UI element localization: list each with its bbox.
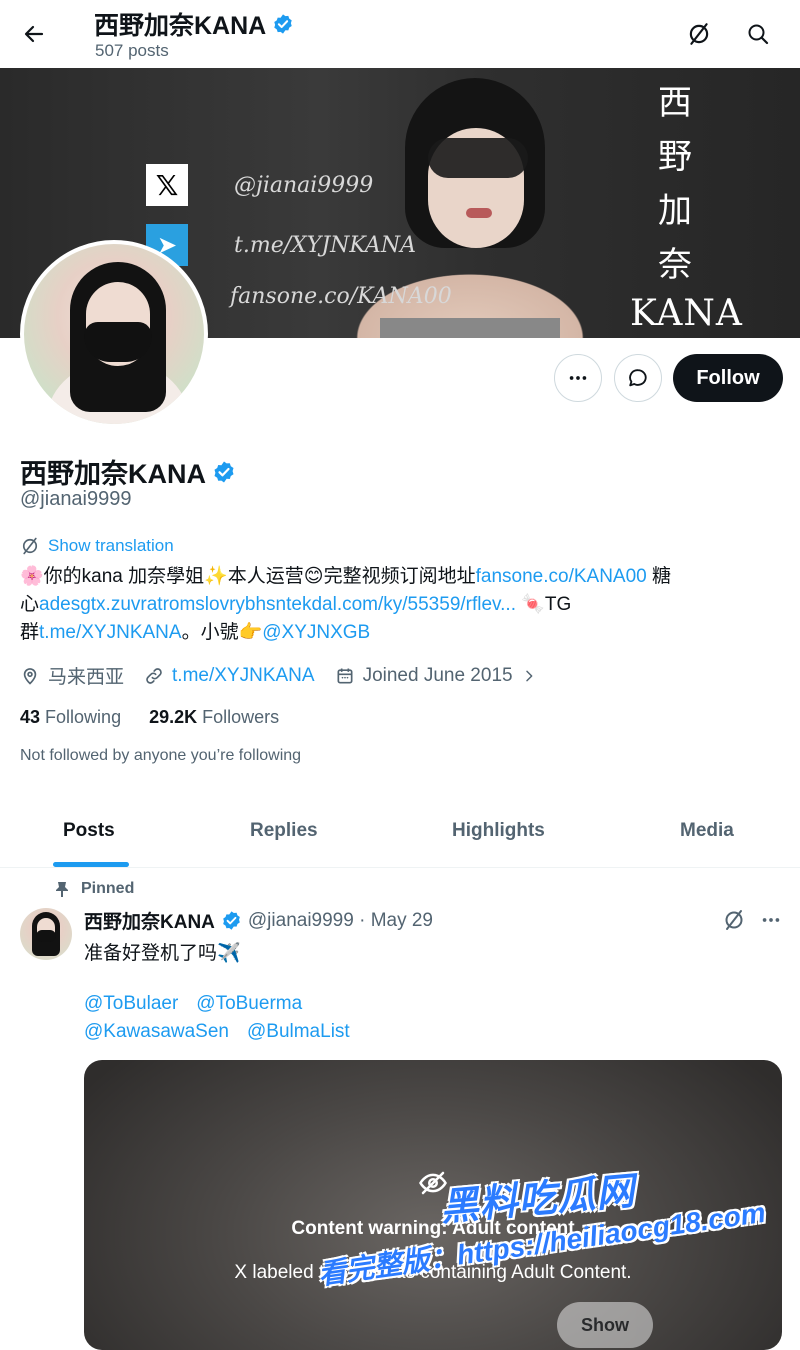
search-icon[interactable] xyxy=(742,18,774,50)
post-actions xyxy=(722,908,782,932)
follow-counts: 43 Following 29.2K Followers xyxy=(20,707,279,728)
chevron-right-icon xyxy=(525,670,532,681)
more-options-button[interactable] xyxy=(554,354,602,402)
profile-avatar[interactable] xyxy=(20,240,208,428)
profile-name: 西野加奈KANA xyxy=(20,452,236,491)
joined-item[interactable]: Joined June 2015 xyxy=(335,665,537,687)
bio-text: 🍬TG xyxy=(515,594,572,615)
grok-icon[interactable] xyxy=(722,908,746,932)
tab-replies[interactable]: Replies xyxy=(250,820,318,842)
bio-link-fansone[interactable]: fansone.co/KANA00 xyxy=(476,566,647,587)
website-link[interactable]: t.me/XYJNKANA xyxy=(172,665,315,687)
banner-char: 加 xyxy=(658,191,692,231)
banner-char: 西 xyxy=(658,83,692,123)
joined-text: Joined June 2015 xyxy=(362,664,513,686)
show-translation-label: Show translation xyxy=(48,536,174,555)
more-dots-icon[interactable] xyxy=(760,909,782,931)
avatar-face-mask xyxy=(36,930,56,942)
translate-icon xyxy=(22,537,38,555)
message-bubble-icon xyxy=(629,369,647,387)
display-name: 西野加奈KANA xyxy=(20,459,206,489)
profile-handle: @jianai9999 xyxy=(20,488,132,510)
mention-link[interactable]: @ToBulaer xyxy=(84,993,178,1014)
bio-line: 心adesgtx.zuvratromslovrybhsntekdal.com/k… xyxy=(20,591,780,619)
back-arrow-icon[interactable] xyxy=(18,18,50,50)
banner-fansone-row: fansone.co/KANA00 xyxy=(230,284,452,309)
bio-text: 糖 xyxy=(646,566,672,587)
followers-link[interactable]: 29.2K Followers xyxy=(149,707,279,728)
pinned-label: Pinned xyxy=(81,880,135,897)
bio-link-mention[interactable]: @XYJNXGB xyxy=(262,622,370,643)
profile-bio: 🌸你的kana 加奈學姐✨本人运营😊完整视频订阅地址fansone.co/KAN… xyxy=(20,563,780,647)
bio-text: 。小號👉 xyxy=(181,622,263,643)
verified-badge-icon xyxy=(274,14,292,34)
mention-link[interactable]: @BulmaList xyxy=(247,1021,350,1042)
banner-lips xyxy=(466,208,492,218)
bio-text: 心 xyxy=(20,594,40,615)
post-mentions: @ToBulaer @ToBuerma @KawasawaSen @BulmaLis… xyxy=(84,990,368,1046)
location-pin-icon xyxy=(23,667,37,685)
x-logo-icon: 𝕏 xyxy=(146,164,188,206)
followers-label: Followers xyxy=(202,707,280,727)
top-bar: 西野加奈KANA 507 posts xyxy=(0,0,800,68)
post-text: 准备好登机了吗✈️ xyxy=(84,943,241,964)
following-count: 43 xyxy=(20,707,41,727)
banner-lace-mask xyxy=(428,138,528,178)
pinned-indicator: Pinned xyxy=(55,880,134,898)
banner-fansone: fansone.co/KANA00 xyxy=(230,284,452,309)
posts-count: 507 posts xyxy=(95,41,169,60)
banner-char: 奈 xyxy=(658,245,692,285)
post-author-name[interactable]: 西野加奈KANA xyxy=(84,907,215,934)
following-label: Following xyxy=(45,707,122,727)
banner-x-row: 𝕏 @jianai9999 xyxy=(146,164,373,206)
post-author-avatar[interactable] xyxy=(20,908,72,960)
banner-x-handle: @jianai9999 xyxy=(234,172,374,198)
follow-button[interactable]: Follow xyxy=(673,354,783,402)
mention-link[interactable]: @KawasawaSen xyxy=(84,1021,229,1042)
website-item[interactable]: t.me/XYJNKANA xyxy=(144,665,315,687)
banner-telegram-row: ➤ t.me/XYJNKANA xyxy=(146,224,416,266)
banner-vertical-name: 西 野 加 奈 xyxy=(640,76,710,292)
show-content-button[interactable]: Show xyxy=(557,1302,653,1348)
following-link[interactable]: 43 Following xyxy=(20,707,121,728)
location-item: 马来西亚 xyxy=(20,662,124,689)
pin-icon xyxy=(56,882,68,897)
followers-count: 29.2K xyxy=(149,707,198,727)
profile-meta: 马来西亚 t.me/XYJNKANA Joined June 2015 xyxy=(20,662,557,689)
verified-badge-icon xyxy=(214,461,234,482)
avatar-face-mask xyxy=(84,322,152,362)
more-dots-icon xyxy=(569,376,587,380)
post-header: 西野加奈KANA @jianai9999 · May 29 xyxy=(84,907,433,934)
tab-media[interactable]: Media xyxy=(680,820,734,842)
tab-posts[interactable]: Posts xyxy=(63,820,115,842)
bio-text: 群 xyxy=(20,622,40,643)
show-translation-link[interactable]: Show translation xyxy=(20,536,174,556)
banner-latin-name: KANA xyxy=(630,293,743,334)
header-title-text: 西野加奈KANA xyxy=(94,12,267,40)
banner-char: 野 xyxy=(658,137,692,177)
banner-dress xyxy=(380,318,560,338)
profile-tabs: Posts Replies Highlights Media xyxy=(0,800,800,868)
bio-line: 🌸你的kana 加奈學姐✨本人运营😊完整视频订阅地址fansone.co/KAN… xyxy=(20,563,780,591)
tab-highlights[interactable]: Highlights xyxy=(452,820,545,842)
calendar-icon xyxy=(337,668,353,683)
mention-link[interactable]: @ToBuerma xyxy=(196,993,302,1014)
link-icon xyxy=(146,667,162,684)
bio-link-url[interactable]: adesgtx.zuvratromslovrybhsntekdal.com/ky… xyxy=(39,594,516,615)
bio-line: 群t.me/XYJNKANA。小號👉@XYJNXGB xyxy=(20,619,780,647)
active-tab-indicator xyxy=(53,862,129,867)
message-button[interactable] xyxy=(614,354,662,402)
verified-badge-icon xyxy=(223,911,240,930)
post-handle-date[interactable]: @jianai9999 · May 29 xyxy=(248,910,433,932)
not-followed-note: Not followed by anyone you’re following xyxy=(20,747,302,764)
grok-icon[interactable] xyxy=(683,18,715,50)
bio-link-telegram[interactable]: t.me/XYJNKANA xyxy=(39,622,182,643)
location-text: 马来西亚 xyxy=(48,667,125,688)
header-title: 西野加奈KANA xyxy=(94,6,294,42)
bio-text: 🌸你的kana 加奈學姐✨本人运营😊完整视频订阅地址 xyxy=(20,566,476,587)
banner-telegram: t.me/XYJNKANA xyxy=(234,232,416,258)
